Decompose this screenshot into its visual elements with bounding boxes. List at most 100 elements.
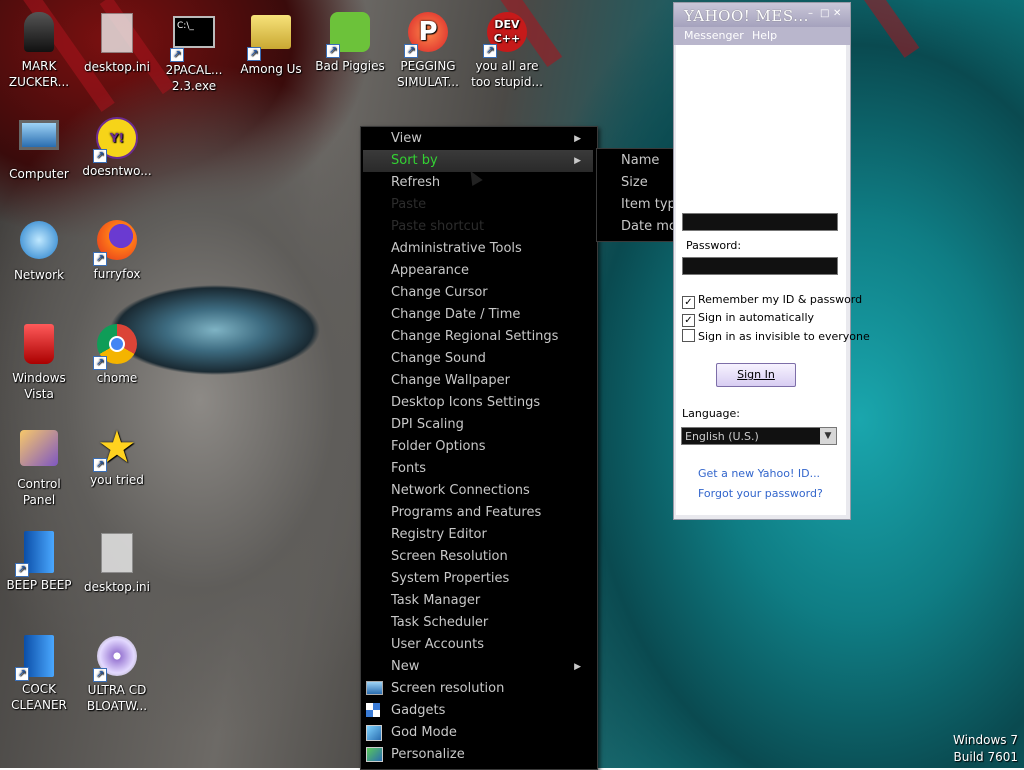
menu-item-label: Gadgets [391,703,446,718]
maximize-icon[interactable]: □ [820,9,830,19]
menu-item-change-cursor[interactable]: Change Cursor [363,282,593,304]
remember-checkbox[interactable]: ✓ Remember my ID & password [682,293,862,309]
yahoo-messenger-icon[interactable]: Y! ↗ [93,117,139,163]
console-icon[interactable]: C:\_ ↗ [170,16,216,62]
chrome-icon[interactable]: ↗ [93,324,139,370]
desktop-icon[interactable]: ↗ chome [78,322,156,386]
shortcut-arrow-icon: ↗ [170,48,184,62]
sign-in-button[interactable]: Sign In [716,363,796,387]
minimize-icon[interactable]: – [808,9,818,19]
menu-item-screen-resolution[interactable]: Screen resolution [363,678,593,700]
yahoo-messenger-window: YAHOO! MES... – □ ✕ Messenger Help Passw… [673,2,870,520]
language-select[interactable]: English (U.S.) ▼ [681,427,837,445]
yahoo-id-field[interactable] [682,213,838,231]
desktop-icon-label: furryfox [93,267,141,281]
menu-item-personalize[interactable]: Personalize [363,744,593,766]
checkbox-checked-icon[interactable]: ✓ [682,296,695,309]
close-icon[interactable]: ✕ [833,9,843,19]
menu-item-change-date-time[interactable]: Change Date / Time [363,304,593,326]
person-icon[interactable] [17,12,61,56]
desktop-icon[interactable]: desktop.ini [78,530,156,595]
desktop-icon[interactable]: Y! ↗ doesntwo... [78,114,156,179]
menu-item-change-regional-settings[interactable]: Change Regional Settings [363,326,593,348]
menu-messenger[interactable]: Messenger [684,29,744,42]
shortcut-arrow-icon: ↗ [93,458,107,472]
menu-item-label: Administrative Tools [391,241,522,256]
desktop-icon-label: Network [13,268,65,282]
desktop-icon[interactable]: ↗ Among Us [232,10,310,77]
checkbox-checked-icon[interactable]: ✓ [682,314,695,327]
menu-item-change-wallpaper[interactable]: Change Wallpaper [363,370,593,392]
forgot-password-link[interactable]: Forgot your password? [698,487,823,500]
desktop-icon[interactable]: ↗ BEEP BEEP [0,530,78,593]
menu-item-network-connections[interactable]: Network Connections [363,480,593,502]
title-bar[interactable]: YAHOO! MES... – □ ✕ [674,3,850,27]
desktop-icon[interactable]: MARK ZUCKER... [0,10,78,90]
menu-item-system-properties[interactable]: System Properties [363,568,593,590]
menu-item-label: Appearance [391,263,470,278]
menu-item-new[interactable]: New ▶ [363,656,593,678]
shortcut-arrow-icon: ↗ [93,252,107,266]
desktop-icon[interactable]: Network [0,218,78,283]
menu-item-label: Task Manager [391,593,481,608]
menu-item-sort-by[interactable]: Sort by ▶ [363,150,593,172]
menu-item-gadgets[interactable]: Gadgets [363,700,593,722]
computer-icon[interactable] [17,120,61,164]
menu-item-label: View [391,131,422,146]
file-icon[interactable] [95,533,139,577]
folder-icon[interactable]: ↗ [247,15,293,61]
p-logo-icon[interactable]: P ↗ [404,12,450,58]
network-icon[interactable] [17,221,61,265]
menu-item-label: Personalize [391,747,465,762]
desktop-icon[interactable]: ↗ ULTRA CD BLOATW... [78,634,156,714]
menu-item-administrative-tools[interactable]: Administrative Tools [363,238,593,260]
menu-item-dpi-scaling[interactable]: DPI Scaling [363,414,593,436]
desktop-icon[interactable]: ↗ COCK CLEANER [0,634,78,713]
menu-item-appearance[interactable]: Appearance [363,260,593,282]
cd-icon[interactable]: ↗ [93,636,139,682]
recycle-bin-icon[interactable] [17,324,61,368]
menu-item-fonts[interactable]: Fonts [363,458,593,480]
menu-item-task-scheduler[interactable]: Task Scheduler [363,612,593,634]
desktop-icon-label: doesntwo... [82,164,152,178]
menu-help[interactable]: Help [752,29,777,42]
file-icon[interactable] [95,13,139,57]
desktop-icon[interactable]: ↗ furryfox [78,218,156,282]
auto-signin-checkbox[interactable]: ✓ Sign in automatically [682,311,814,327]
desktop-icon[interactable]: C:\_ ↗ 2PACAL... 2.3.exe [155,10,233,94]
menu-item-change-sound[interactable]: Change Sound [363,348,593,370]
menu-item-registry-editor[interactable]: Registry Editor [363,524,593,546]
blue-book-icon[interactable]: ↗ [15,531,61,577]
desktop-icon[interactable]: P ↗ PEGGING SIMULAT... [389,10,467,90]
desktop-icon[interactable]: desktop.ini [78,10,156,75]
menu-item-folder-options[interactable]: Folder Options [363,436,593,458]
desktop-icon[interactable]: Computer [0,114,78,182]
windows-build-watermark: Windows 7 Build 7601 [953,732,1018,766]
dev-cpp-icon[interactable]: DEV C++ ↗ [483,12,529,58]
chevron-down-icon[interactable]: ▼ [820,428,836,444]
menu-item-view[interactable]: View ▶ [363,128,593,150]
control-panel-icon[interactable] [17,430,61,474]
desktop-icon[interactable]: Windows Vista [0,322,78,402]
menu-item-programs-and-features[interactable]: Programs and Features [363,502,593,524]
desktop-icon[interactable]: ★ ↗ you tried [78,426,156,488]
invisible-checkbox[interactable]: Sign in as invisible to everyone [682,329,870,343]
blue-book-icon[interactable]: ↗ [15,635,61,681]
menu-item-user-accounts[interactable]: User Accounts [363,634,593,656]
menu-item-screen-resolution[interactable]: Screen Resolution [363,546,593,568]
password-field[interactable] [682,257,838,275]
menu-item-task-manager[interactable]: Task Manager [363,590,593,612]
star-icon[interactable]: ★ ↗ [93,426,139,472]
shortcut-arrow-icon: ↗ [93,668,107,682]
desktop-icon[interactable]: ↗ Bad Piggies [311,10,389,74]
desktop-icon-label: desktop.ini [84,60,150,74]
menu-item-god-mode[interactable]: God Mode [363,722,593,744]
desktop-icon[interactable]: DEV C++ ↗ you all are too stupid... [468,10,546,90]
new-id-link[interactable]: Get a new Yahoo! ID... [698,467,820,480]
pig-icon[interactable]: ↗ [326,12,372,58]
checkbox-empty-icon[interactable] [682,329,695,342]
menu-item-label: Change Date / Time [391,307,521,322]
firefox-icon[interactable]: ↗ [93,220,139,266]
desktop-icon[interactable]: Control Panel [0,426,78,508]
menu-item-desktop-icons-settings[interactable]: Desktop Icons Settings [363,392,593,414]
